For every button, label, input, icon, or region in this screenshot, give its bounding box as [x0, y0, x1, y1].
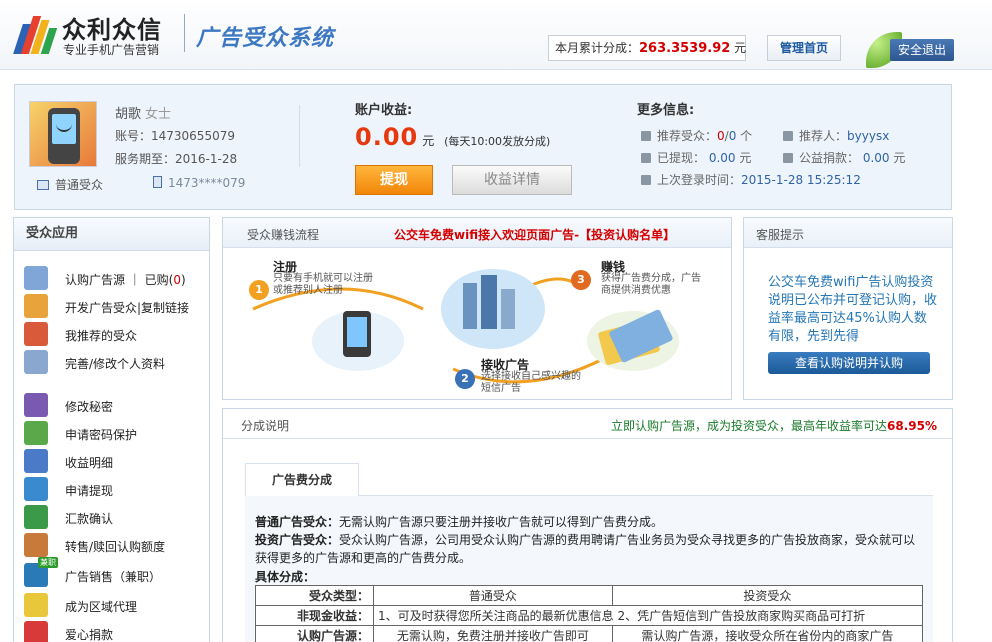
sidebar: 受众应用 认购广告源 ｜ 已购(0) 开发广告受众|复制链接 我推荐的受众完善/修改… [13, 217, 210, 642]
mobile-icon [153, 176, 162, 188]
avatar [29, 101, 97, 167]
sidebar-item-label: 转售/赎回认购额度 [65, 540, 166, 554]
flow-title: 受众赚钱流程 [247, 228, 320, 242]
sidebar-item-label: 成为区域代理 [65, 600, 138, 614]
sidebar-item-label: 申请提现 [65, 484, 114, 498]
user-type: 普通受众 [37, 176, 103, 193]
users-icon [24, 294, 48, 318]
logout-button[interactable]: 安全退出 [866, 32, 954, 68]
id-card-icon [37, 180, 49, 190]
revenue-share-panel: 分成说明 立即认购广告源，成为投资受众，最高年收益率可达68.95% 广告费分成… [222, 408, 953, 642]
badge-label: 兼职 [38, 557, 58, 568]
service-tips-panel: 客服提示 公交车免费wifi广告认购投资说明已公布并可登记认购，收益率最高可达4… [743, 217, 953, 400]
income-title: 账户收益: [355, 103, 413, 118]
calendar-icon [641, 175, 651, 185]
step-3-desc: 获得广告费分成，广告 商提供消费优惠 [601, 273, 701, 296]
step-2-badge: 2 [455, 369, 475, 389]
table-row: 非现金收益： 1、可及时获得您所关注商品的最新优惠信息 2、凭广告短信到广告投放… [255, 605, 923, 626]
view-subscription-button[interactable]: 查看认购说明并认购 [768, 352, 930, 374]
logout-label: 安全退出 [890, 39, 954, 61]
brand-tagline: 专业手机广告营销 [63, 43, 160, 57]
income-amount: 0.00 [355, 123, 419, 151]
user-phone: 1473****079 [153, 176, 245, 190]
admin-home-button[interactable]: 管理首页 [767, 35, 841, 61]
lock-icon [24, 393, 48, 417]
table-row: 受众类型： 普通受众 投资受众 [255, 585, 924, 606]
service-text: 公交车免费wifi广告认购投资说明已公布并可登记认购，收益率最高可达45%认购人… [768, 275, 938, 344]
heart-icon [783, 153, 793, 163]
last-login: 上次登录时间：2015-1-28 15:25:12 [641, 171, 861, 188]
sidebar-item-label: 开发广告受众|复制链接 [65, 301, 190, 315]
sidebar-item-label: 修改秘密 [65, 400, 114, 414]
brand-logo-icon [13, 14, 58, 54]
account-divider [299, 105, 300, 167]
bar-chart-icon [24, 449, 48, 473]
shield-icon [24, 421, 48, 445]
earnings-unit: 元 [734, 41, 747, 55]
recommend-icon [641, 131, 651, 141]
monthly-earnings: 本月累计分成：263.3539.92 元 [548, 35, 746, 61]
brand-name: 众利众信 [62, 16, 162, 44]
heart-icon [24, 621, 48, 642]
step-1-badge: 1 [249, 280, 269, 300]
withdrawn: 已提现： 0.00 元 [641, 149, 751, 166]
sidebar-item-label: 申请密码保护 [65, 428, 138, 442]
referrer-icon [783, 131, 793, 141]
sidebar-item-label: 爱心捐款 [65, 628, 114, 642]
more-info-title: 更多信息: [637, 103, 695, 118]
header-divider [184, 14, 185, 52]
money-icon [24, 505, 48, 529]
share-title: 分成说明 [241, 419, 290, 433]
tab-ad-fee-share[interactable]: 广告费分成 [245, 463, 359, 496]
sidebar-item-label: 收益明细 [65, 456, 114, 470]
account-panel: 胡歌 女士 账号：14730655079 服务期至：2016-1-28 普通受众 … [14, 84, 952, 210]
user-name: 胡歌 女士 [115, 107, 172, 122]
sidebar-title: 受众应用 [14, 218, 209, 251]
table-row: 认购广告源： 无需认购，免费注册并接收广告即可 需认购广告源，接收受众所在省份内… [255, 625, 924, 642]
share-table: 受众类型： 普通受众 投资受众 非现金收益： 1、可及时获得您所关注商品的最新优… [255, 585, 924, 642]
earnings-amount: 263.3539.92 [639, 41, 731, 56]
detail-title: 具体分成： [255, 570, 316, 584]
sidebar-item-label: 广告销售（兼职） [65, 570, 162, 584]
invest-audience-desc: 投资广告受众：受众认购广告源，公司用受众认购广告源的费用聘请广告业务员为受众寻找… [255, 533, 916, 547]
group-icon [24, 322, 48, 346]
box-icon [24, 533, 48, 557]
pen-icon [24, 350, 48, 374]
yen-icon [641, 153, 651, 163]
withdraw-button[interactable]: 提现 [355, 165, 433, 195]
charity-donation: 公益捐款： 0.00 元 [783, 149, 905, 166]
earning-flow-panel: 受众赚钱流程 公交车免费wifi接入欢迎页面广告-【投资认购名单】 1 注册 只… [222, 217, 732, 400]
header: 众利众信 专业手机广告营销 广告受众系统 本月累计分成：263.3539.92 … [0, 0, 992, 70]
earnings-label: 本月累计分成： [555, 41, 640, 55]
sidebar-item-label: 认购广告源 ｜ 已购(0) [65, 273, 186, 287]
step-2-desc: 选择接收自己感兴趣的 短信广告 [481, 371, 581, 394]
lamp-icon [24, 593, 48, 617]
income-detail-button[interactable]: 收益详情 [452, 165, 572, 195]
flow-illustration [252, 269, 679, 384]
system-title: 广告受众系统 [196, 26, 335, 51]
card-icon [24, 477, 48, 501]
barcode-icon [24, 266, 48, 290]
referrer: 推荐人：byyysx [783, 127, 889, 144]
sidebar-item-label: 完善/修改个人资料 [65, 357, 166, 371]
subscribe-link[interactable]: 立即认购广告源，成为投资受众，最高年收益率可达68.95% [611, 417, 937, 434]
recommend-count: 推荐受众：0/0 个 [641, 127, 752, 144]
invest-audience-desc-2: 获得更多的广告源和更高的广告费分成。 [255, 551, 472, 565]
flow-notice-link[interactable]: 公交车免费wifi接入欢迎页面广告-【投资认购名单】 [394, 226, 675, 243]
income-note: (每天10:00发放分成) [444, 135, 551, 148]
sidebar-item-label: 汇款确认 [65, 512, 114, 526]
account-number: 账号：14730655079 [115, 129, 235, 143]
step-1-desc: 只要有手机就可以注册 或推荐别人注册 [273, 273, 373, 296]
income-amount-row: 0.00 元 (每天10:00发放分成) [355, 123, 551, 151]
sidebar-item-label: 我推荐的受众 [65, 329, 138, 343]
user-gender: 女士 [145, 107, 172, 122]
normal-audience-desc: 普通广告受众：无需认购广告源只要注册并接收广告就可以得到广告费分成。 [255, 515, 664, 529]
service-expiry: 服务期至：2016-1-28 [115, 152, 238, 166]
step-3-badge: 3 [571, 270, 591, 290]
service-title: 客服提示 [756, 228, 805, 242]
